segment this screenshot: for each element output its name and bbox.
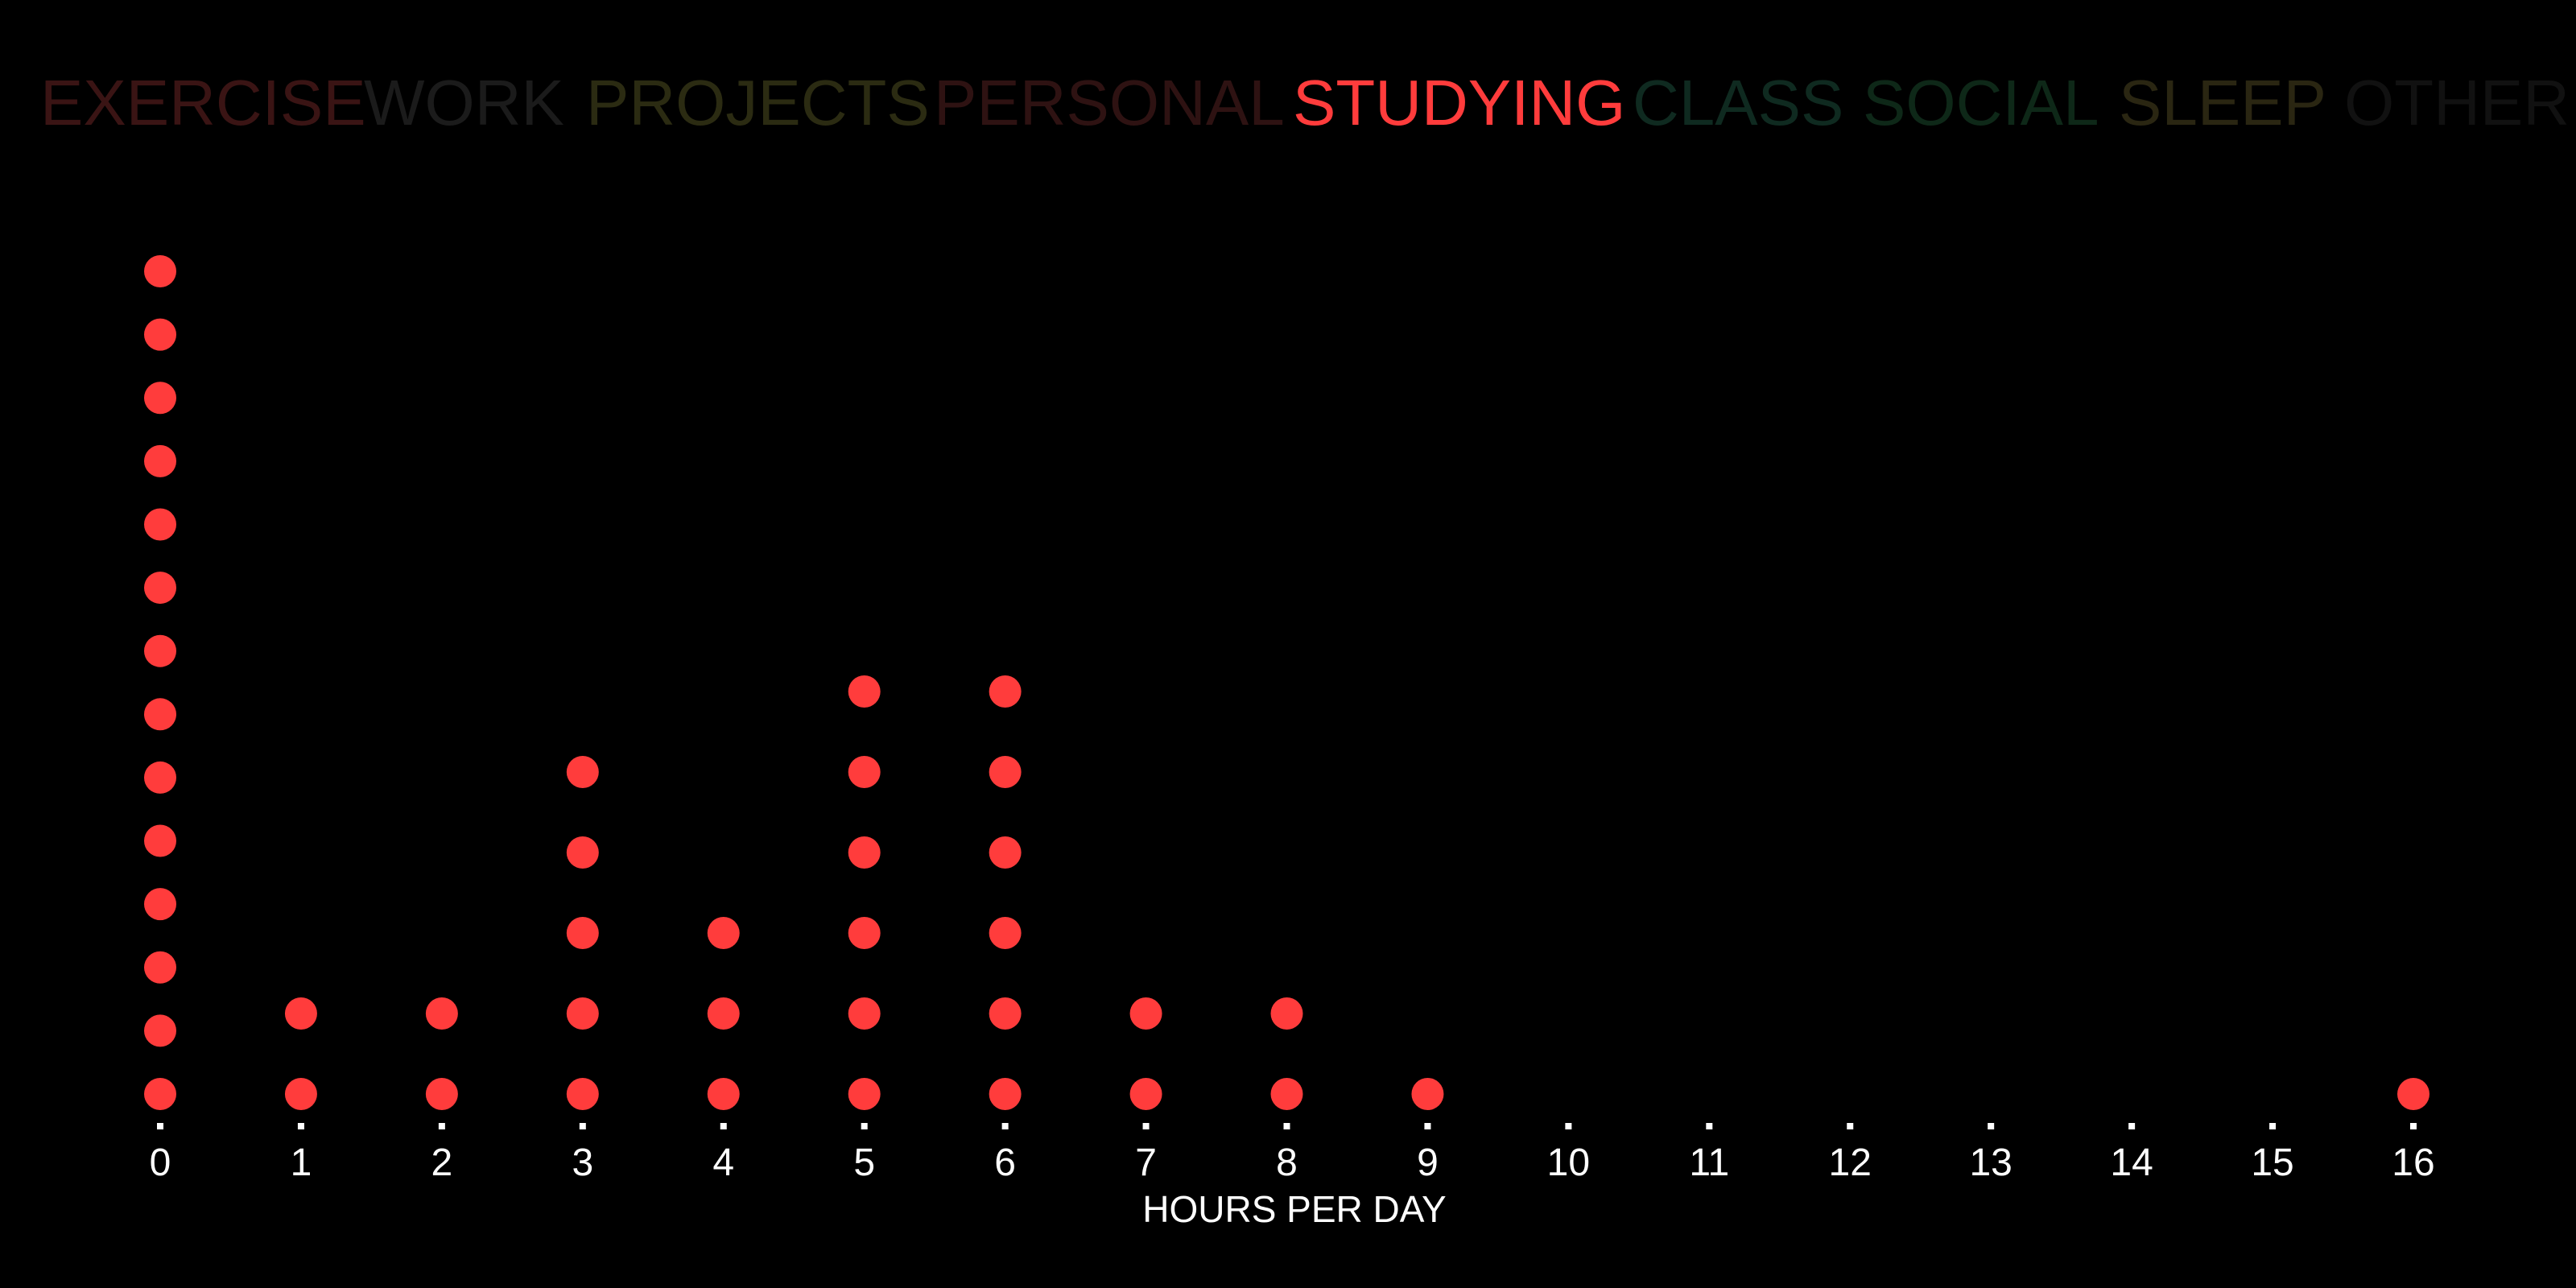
x-tick-mark <box>579 1123 586 1129</box>
data-dot <box>144 382 176 415</box>
data-dot <box>566 1078 599 1110</box>
data-dot <box>284 1078 317 1110</box>
data-dot <box>1129 1078 1162 1110</box>
data-dot <box>2397 1078 2429 1110</box>
x-tick-mark <box>438 1123 445 1129</box>
x-tick-label: 13 <box>1969 1141 2012 1184</box>
x-tick-mark <box>1706 1123 1713 1129</box>
data-dot <box>848 997 881 1030</box>
category-tab-class[interactable]: CLASS <box>1633 67 1843 138</box>
category-tab-studying[interactable]: STUDYING <box>1293 67 1625 138</box>
x-axis-title: HOURS PER DAY <box>1142 1188 1446 1230</box>
x-tick-mark <box>297 1123 304 1129</box>
category-tab-personal[interactable]: PERSONAL <box>934 67 1285 138</box>
data-dot <box>144 951 176 984</box>
data-dot <box>848 836 881 869</box>
data-dot <box>144 318 176 351</box>
category-tab-work[interactable]: WORK <box>364 67 564 138</box>
data-dot <box>284 997 317 1030</box>
data-dot <box>144 698 176 731</box>
data-dot <box>707 997 740 1030</box>
data-dot <box>848 756 881 788</box>
category-tab-other[interactable]: OTHER <box>2344 67 2570 138</box>
x-tick-label: 14 <box>2110 1141 2153 1184</box>
x-tick-mark <box>1847 1123 1854 1129</box>
x-tick-label: 10 <box>1547 1141 1590 1184</box>
x-tick-mark <box>1001 1123 1009 1129</box>
data-dot <box>144 572 176 605</box>
x-tick-mark <box>2269 1123 2277 1129</box>
data-dot <box>144 1078 176 1110</box>
category-tab-sleep[interactable]: SLEEP <box>2119 67 2326 138</box>
data-dot <box>144 634 176 667</box>
x-tick-label: 0 <box>150 1141 171 1184</box>
data-dot <box>848 675 881 708</box>
data-dot <box>144 255 176 287</box>
category-tab-exercise[interactable]: EXERCISE <box>40 67 366 138</box>
data-dot <box>144 824 176 857</box>
data-dot <box>425 1078 458 1110</box>
data-dot <box>144 444 176 477</box>
category-tab-projects[interactable]: PROJECTS <box>586 67 930 138</box>
data-dot <box>989 997 1022 1030</box>
data-dot <box>144 508 176 541</box>
x-tick-label: 15 <box>2251 1141 2293 1184</box>
data-dot <box>144 1014 176 1047</box>
data-dot <box>707 917 740 949</box>
x-tick-label: 11 <box>1689 1141 1729 1184</box>
data-dot <box>848 917 881 949</box>
x-tick-mark <box>157 1123 163 1129</box>
data-dot <box>566 997 599 1030</box>
chart-svg: EXERCISEWORK PROJECTS PERSONAL STUDYING CLAS… <box>0 0 2576 1288</box>
data-dot <box>1129 997 1162 1030</box>
x-tick-label: 7 <box>1135 1141 1157 1184</box>
data-dot <box>566 836 599 869</box>
category-nav: EXERCISEWORK PROJECTS PERSONAL STUDYING CLAS… <box>40 67 2570 138</box>
x-tick-mark <box>2128 1123 2136 1129</box>
data-dot <box>144 888 176 921</box>
data-dot <box>989 1078 1022 1110</box>
x-tick-label: 12 <box>1829 1141 1872 1184</box>
x-tick-mark <box>1988 1123 1995 1129</box>
data-dot <box>1270 997 1303 1030</box>
x-tick-mark <box>1565 1123 1572 1129</box>
data-dot <box>989 675 1022 708</box>
x-tick-mark <box>1283 1123 1290 1129</box>
x-tick-label: 6 <box>994 1141 1016 1184</box>
x-tick-label: 2 <box>431 1141 453 1184</box>
data-dot <box>1411 1078 1444 1110</box>
x-tick-mark <box>2410 1123 2417 1129</box>
x-tick-label: 1 <box>291 1141 312 1184</box>
x-tick-mark <box>1142 1123 1150 1129</box>
data-dot <box>989 836 1022 869</box>
data-dot <box>144 761 176 794</box>
x-tick-mark <box>720 1123 727 1129</box>
x-tick-label: 4 <box>712 1141 734 1184</box>
data-dot <box>848 1078 881 1110</box>
x-tick-label: 8 <box>1276 1141 1298 1184</box>
x-tick-label: 3 <box>572 1141 593 1184</box>
x-tick-mark <box>1424 1123 1431 1129</box>
data-dot <box>989 756 1022 788</box>
x-tick-label: 16 <box>2392 1141 2434 1184</box>
data-dot <box>425 997 458 1030</box>
x-tick-label: 5 <box>853 1141 875 1184</box>
data-dot <box>1270 1078 1303 1110</box>
category-tab-social[interactable]: SOCIAL <box>1863 67 2099 138</box>
x-tick-mark <box>861 1123 868 1129</box>
x-tick-label: 9 <box>1417 1141 1439 1184</box>
data-dot <box>566 917 599 949</box>
data-dot <box>989 917 1022 949</box>
data-dot <box>566 756 599 788</box>
data-dot <box>707 1078 740 1110</box>
